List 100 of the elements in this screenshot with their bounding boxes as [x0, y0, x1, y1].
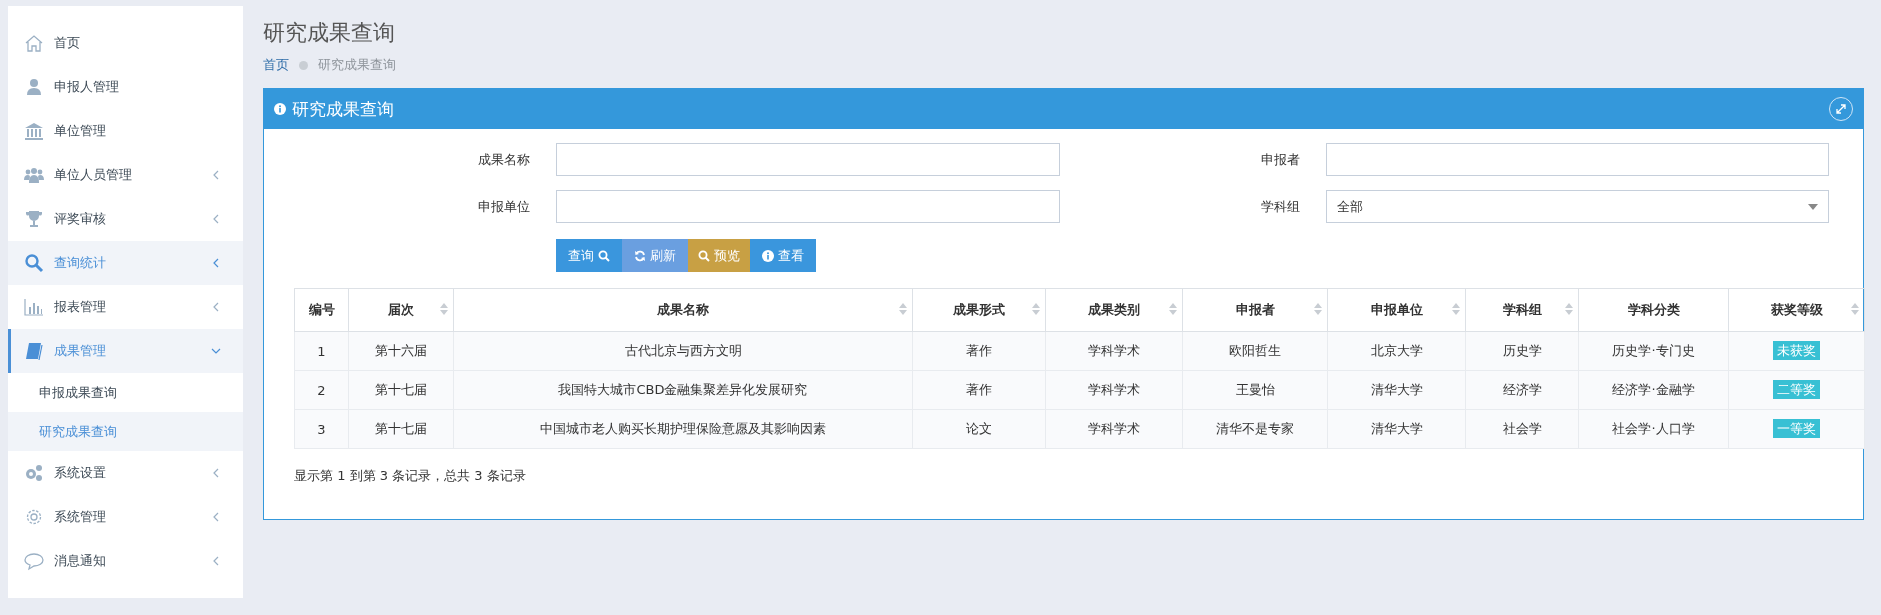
table-cell: 学科学术	[1045, 331, 1183, 371]
table-cell: 2	[294, 370, 349, 410]
column-header[interactable]: 成果形式	[912, 288, 1046, 332]
bank-icon	[24, 121, 44, 141]
caret-icon	[1808, 203, 1818, 210]
table-cell: 历史学	[1465, 331, 1579, 371]
sidebar-item[interactable]: 评奖审核	[8, 197, 243, 241]
search-icon	[24, 253, 44, 273]
menu-label: 申报人管理	[54, 78, 120, 96]
award-badge: 一等奖	[1773, 419, 1820, 438]
user-icon	[24, 77, 44, 97]
menu-label: 系统管理	[54, 508, 107, 526]
award-badge: 二等奖	[1773, 380, 1820, 399]
table-cell: 清华大学	[1327, 370, 1466, 410]
search-icon	[698, 249, 710, 262]
menu-label: 单位管理	[54, 122, 107, 140]
table-cell: 我国特大城市CBD金融集聚差异化发展研究	[453, 370, 913, 410]
pagination-summary: 显示第 1 到第 3 条记录，总共 3 条记录	[294, 467, 527, 485]
table-cell: 清华不是专家	[1182, 409, 1328, 449]
refresh-icon	[634, 249, 646, 262]
table-cell: 历史学·专门史	[1578, 331, 1729, 371]
info-icon	[762, 249, 774, 262]
column-header[interactable]: 成果类别	[1045, 288, 1183, 332]
sidebar-item[interactable]: 申报人管理	[8, 65, 243, 109]
table-cell: 经济学·金融学	[1578, 370, 1729, 410]
sidebar-item[interactable]: 首页	[8, 21, 243, 65]
sort-icon	[1314, 302, 1322, 316]
separator-dot	[299, 60, 308, 70]
sidebar-item[interactable]: 单位管理	[8, 109, 243, 153]
table-cell: 王曼怡	[1182, 370, 1328, 410]
submenu-item[interactable]: 申报成果查询	[8, 373, 243, 412]
sidebar-item[interactable]: 报表管理	[8, 285, 243, 329]
gears-icon	[24, 463, 44, 483]
column-header: 学科分类	[1578, 288, 1729, 332]
chart-icon	[24, 297, 44, 317]
menu-label: 首页	[54, 34, 81, 52]
gear-icon	[24, 507, 44, 527]
sort-icon	[440, 302, 448, 316]
panel-title: 研究成果查询	[292, 97, 395, 121]
table-cell: 清华大学	[1327, 409, 1466, 449]
input-field[interactable]	[556, 143, 1060, 176]
field-label: 申报者	[1259, 150, 1301, 169]
column-header[interactable]: 成果名称	[453, 288, 913, 332]
sort-icon	[1851, 302, 1859, 316]
users-icon	[24, 165, 44, 185]
menu-label: 成果管理	[54, 342, 107, 360]
table-cell: 中国城市老人购买长期护理保险意愿及其影响因素	[453, 409, 913, 449]
expand-icon	[1835, 103, 1847, 115]
page-title: 研究成果查询	[263, 19, 396, 47]
sort-icon	[1452, 302, 1460, 316]
trophy-icon	[24, 209, 44, 229]
table-cell: 论文	[912, 409, 1046, 449]
sort-icon	[899, 302, 907, 316]
input-field[interactable]	[556, 190, 1060, 223]
menu-label: 单位人员管理	[54, 166, 133, 184]
column-header[interactable]: 获奖等级	[1728, 288, 1865, 332]
menu-label: 消息通知	[54, 552, 107, 570]
column-header[interactable]: 申报单位	[1327, 288, 1466, 332]
field-label: 申报单位	[477, 197, 531, 216]
menu-label: 系统设置	[54, 464, 107, 482]
input-field[interactable]	[1325, 143, 1829, 176]
sort-icon	[1565, 302, 1573, 316]
table-cell: 北京大学	[1327, 331, 1466, 371]
award-badge: 未获奖	[1773, 341, 1820, 360]
info-icon	[274, 103, 286, 115]
table-cell: 著作	[912, 370, 1046, 410]
field-label: 学科组	[1259, 197, 1301, 216]
breadcrumb-link[interactable]: 首页	[263, 56, 289, 74]
table-cell: 著作	[912, 331, 1046, 371]
menu-label: 报表管理	[54, 298, 107, 316]
search-icon	[598, 249, 610, 262]
table-cell: 1	[294, 331, 349, 371]
sidebar-item[interactable]: 系统设置	[8, 451, 243, 495]
home-icon	[24, 33, 44, 53]
table-cell: 第十七届	[348, 409, 454, 449]
chat-icon	[24, 551, 44, 571]
sort-icon	[1032, 302, 1040, 316]
table-cell: 第十六届	[348, 331, 454, 371]
column-header[interactable]: 届次	[348, 288, 454, 332]
book-icon	[24, 341, 44, 361]
select-field[interactable]: 全部	[1325, 190, 1829, 223]
sort-icon	[1169, 302, 1177, 316]
table-cell: 学科学术	[1045, 370, 1183, 410]
table-cell: 社会学	[1465, 409, 1579, 449]
table-cell: 欧阳哲生	[1182, 331, 1328, 371]
table-cell: 经济学	[1465, 370, 1579, 410]
column-header[interactable]: 学科组	[1465, 288, 1579, 332]
table-cell: 3	[294, 409, 349, 449]
table-cell: 学科学术	[1045, 409, 1183, 449]
menu-label: 查询统计	[54, 254, 107, 272]
table-cell: 第十七届	[348, 370, 454, 410]
column-header: 编号	[294, 288, 349, 332]
column-header[interactable]: 申报者	[1182, 288, 1328, 332]
table-cell: 社会学·人口学	[1578, 409, 1729, 449]
table-cell: 古代北京与西方文明	[453, 331, 913, 371]
sidebar-item[interactable]: 单位人员管理	[8, 153, 243, 197]
menu-label: 评奖审核	[54, 210, 107, 228]
field-label: 成果名称	[477, 150, 531, 169]
sidebar-item[interactable]: 系统管理	[8, 495, 243, 539]
sidebar-item[interactable]: 消息通知	[8, 539, 243, 583]
